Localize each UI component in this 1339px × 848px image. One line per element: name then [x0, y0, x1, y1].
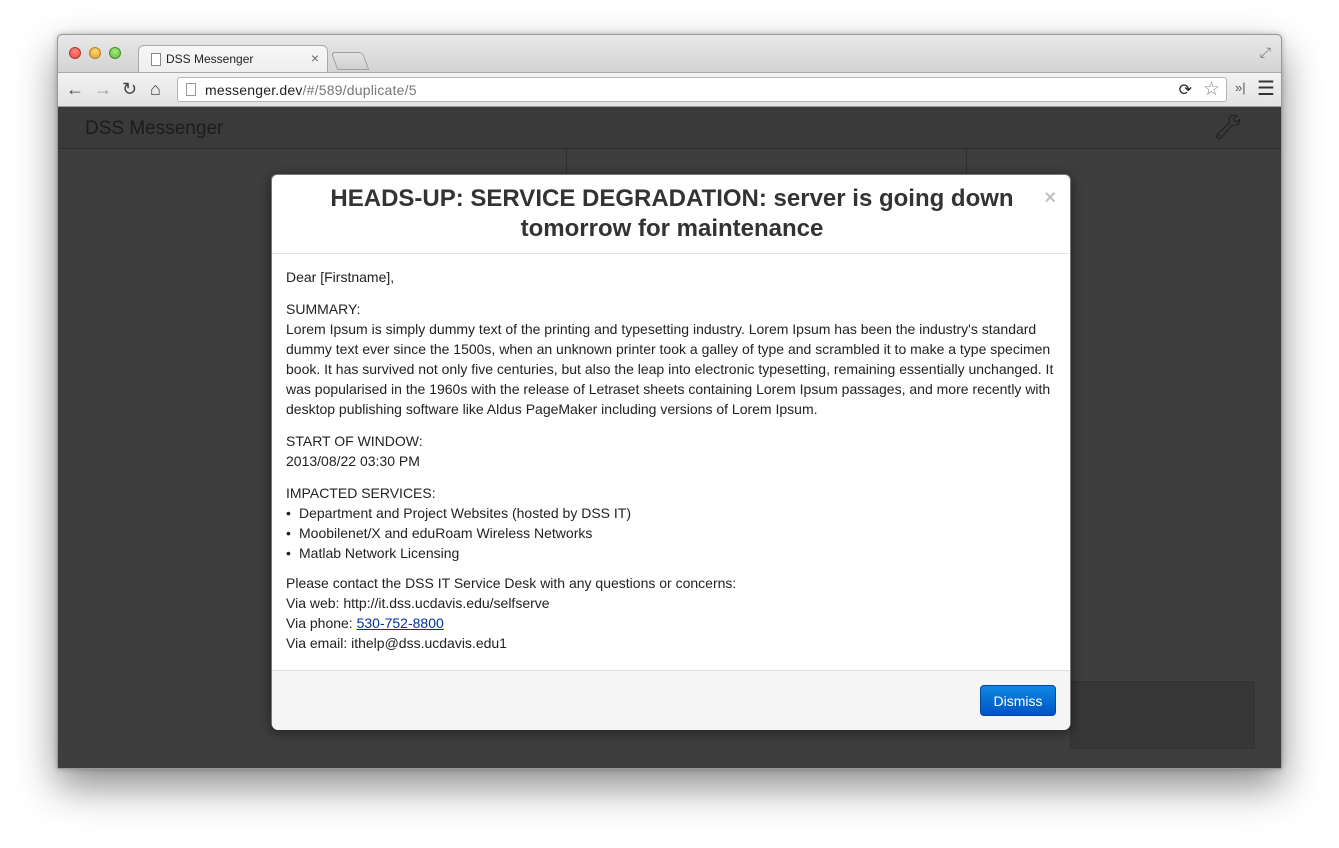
via-web-label: Via web: [286, 595, 340, 611]
via-email-value: ithelp@dss.ucdavis.edu1 [351, 635, 507, 651]
modal-body: Dear [Firstname], SUMMARY: Lorem Ipsum i… [286, 267, 1061, 665]
zoom-window-button[interactable] [109, 47, 121, 59]
star-icon[interactable]: ☆ [1203, 78, 1220, 101]
start-window-value: 2013/08/22 03:30 PM [286, 453, 420, 469]
close-window-button[interactable] [69, 47, 81, 59]
browser-toolbar: ← → ↻ ⌂ messenger.dev/#/589/duplicate/5 … [58, 72, 1281, 107]
list-item: Department and Project Websites (hosted … [286, 503, 1061, 523]
message-preview-modal: HEADS-UP: SERVICE DEGRADATION: server is… [271, 174, 1071, 730]
menu-icon[interactable]: ☰ [1257, 76, 1275, 101]
url-host: messenger.dev [205, 82, 303, 98]
impacted-services-list: Department and Project Websites (hosted … [286, 503, 1061, 563]
extensions-overflow-icon[interactable]: »| [1235, 80, 1246, 95]
app-brand[interactable]: DSS Messenger [85, 118, 223, 140]
address-bar[interactable]: messenger.dev/#/589/duplicate/5 ⟳ ☆ [177, 77, 1227, 102]
list-item: Moobilenet/X and eduRoam Wireless Networ… [286, 523, 1061, 543]
summary-text: Lorem Ipsum is simply dummy text of the … [286, 321, 1054, 417]
summary-label: SUMMARY: [286, 301, 361, 317]
impacted-services-section: IMPACTED SERVICES: [286, 483, 1061, 503]
modal-footer: Dismiss [272, 670, 1070, 730]
start-window-label: START OF WINDOW: [286, 433, 423, 449]
contact-section: Please contact the DSS IT Service Desk w… [286, 573, 1061, 653]
url-path: /#/589/duplicate/5 [302, 82, 417, 98]
tab-close-icon[interactable]: × [311, 50, 319, 66]
via-email-label: Via email: [286, 635, 348, 651]
tab-strip: DSS Messenger × ⤢ [58, 35, 1281, 73]
list-item: Matlab Network Licensing [286, 543, 1061, 563]
wrench-icon[interactable]: 🔧︎ [1213, 113, 1243, 142]
via-web-value: http://it.dss.ucdavis.edu/selfserve [343, 595, 550, 611]
new-tab-button[interactable] [330, 52, 370, 70]
page-icon [186, 83, 196, 96]
tab-title: DSS Messenger [166, 52, 254, 66]
greeting: Dear [Firstname], [286, 269, 395, 285]
summary-section: SUMMARY: Lorem Ipsum is simply dummy tex… [286, 299, 1061, 419]
start-window-section: START OF WINDOW: 2013/08/22 03:30 PM [286, 431, 1061, 471]
modal-header: HEADS-UP: SERVICE DEGRADATION: server is… [272, 175, 1070, 254]
back-icon[interactable]: ← [66, 79, 84, 99]
close-icon[interactable]: × [1044, 187, 1056, 210]
modal-title: HEADS-UP: SERVICE DEGRADATION: server is… [330, 185, 1014, 242]
phone-link[interactable]: 530-752-8800 [357, 615, 444, 631]
forward-icon[interactable]: → [94, 79, 112, 99]
home-icon[interactable]: ⌂ [150, 79, 161, 99]
page-icon [151, 53, 161, 66]
dismiss-button[interactable]: Dismiss [980, 685, 1056, 716]
url-text[interactable]: messenger.dev/#/589/duplicate/5 [205, 82, 417, 98]
background-panel [1070, 681, 1255, 749]
tab-dss-messenger[interactable]: DSS Messenger × [138, 45, 328, 73]
reload-icon[interactable]: ↻ [122, 79, 137, 99]
via-phone-label: Via phone: [286, 615, 353, 631]
contact-intro: Please contact the DSS IT Service Desk w… [286, 575, 737, 591]
fullscreen-icon[interactable]: ⤢ [1260, 44, 1271, 61]
extension-sync-icon[interactable]: ⟳ [1179, 80, 1192, 100]
minimize-window-button[interactable] [89, 47, 101, 59]
impacted-services-label: IMPACTED SERVICES: [286, 485, 436, 501]
app-navbar: DSS Messenger 🔧︎ [58, 107, 1281, 149]
